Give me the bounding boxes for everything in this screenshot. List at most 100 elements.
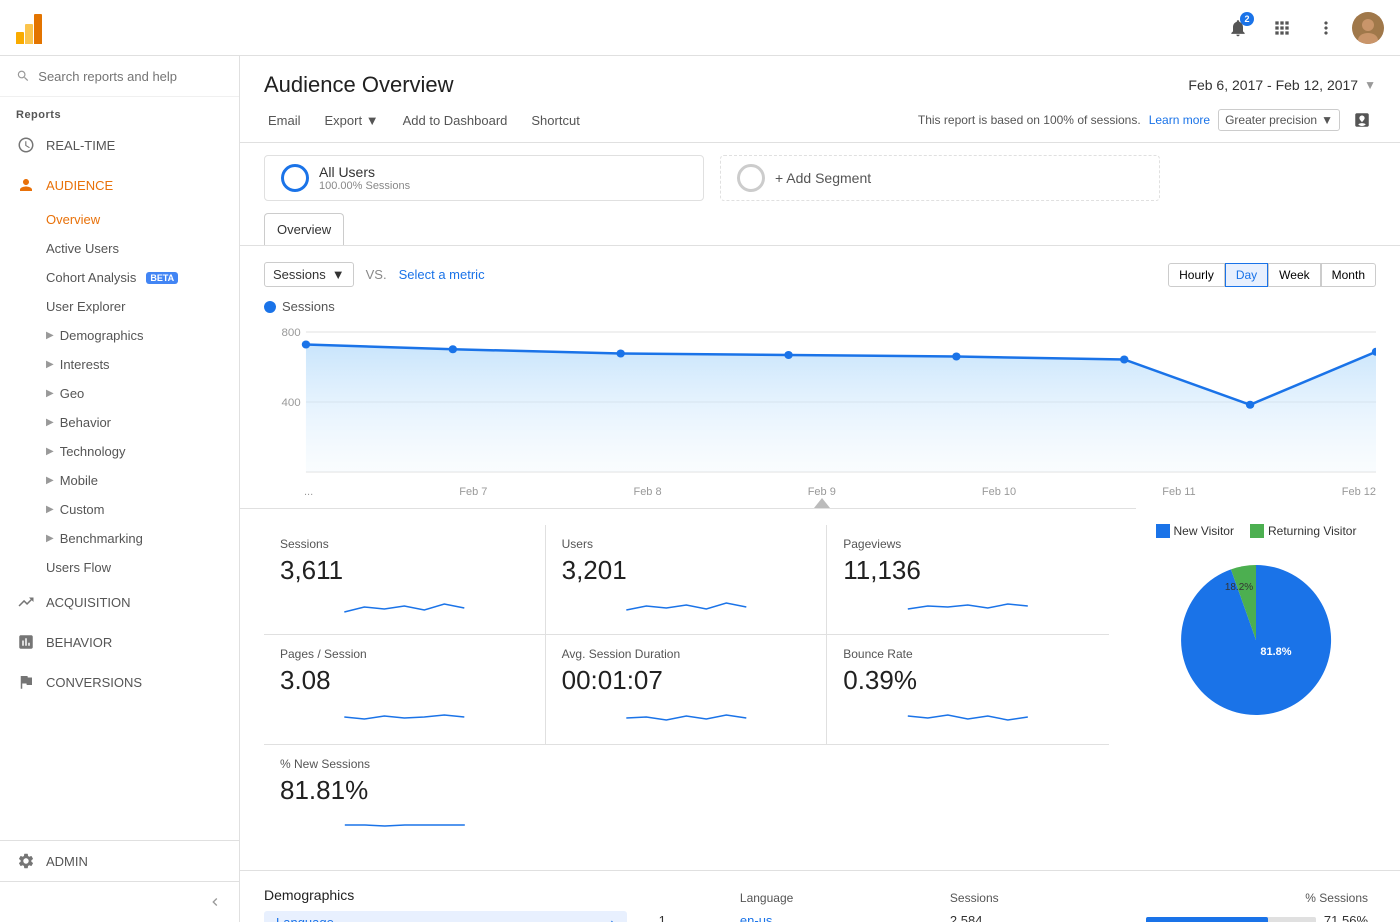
sidebar-subitem-interests[interactable]: ▶ Interests (0, 350, 239, 379)
chart-area: Sessions ▼ VS. Select a metric Hourly Da… (240, 246, 1400, 508)
svg-text:400: 400 (281, 397, 300, 409)
sidebar-subitem-users-flow[interactable]: Users Flow (0, 553, 239, 582)
demographics-section: Demographics Language › Country Language (240, 870, 1400, 922)
main-layout: Reports REAL-TIME AUDIENCE Overview Acti… (0, 56, 1400, 922)
sidebar-subitem-active-users[interactable]: Active Users (0, 234, 239, 263)
add-segment-circle (737, 164, 765, 192)
lang-en-us[interactable]: en-us (740, 913, 773, 922)
realtime-label: REAL-TIME (46, 138, 115, 153)
more-button[interactable] (1308, 10, 1344, 46)
sidebar-search-container (0, 56, 239, 97)
hourly-button[interactable]: Hourly (1168, 263, 1225, 287)
add-to-dashboard-button[interactable]: Add to Dashboard (399, 109, 512, 132)
new-visitor-label: New Visitor (1174, 524, 1234, 538)
flag-icon (16, 672, 36, 692)
demographics-title: Demographics (264, 887, 627, 903)
sidebar-subitem-overview[interactable]: Overview (0, 205, 239, 234)
avg-session-label: Avg. Session Duration (562, 647, 811, 661)
chart-legend: Sessions (264, 299, 1376, 314)
sidebar-subitem-user-explorer[interactable]: User Explorer (0, 292, 239, 321)
x-label-feb12: Feb 12 (1342, 486, 1376, 508)
metrics-section: Sessions 3,611 Users 3,201 Pageviews 11,… (240, 508, 1400, 870)
sessions-label: Sessions (280, 537, 529, 551)
export-dropdown-icon: ▼ (366, 113, 379, 128)
metric-new-sessions: % New Sessions 81.81% (264, 745, 546, 854)
search-input[interactable] (38, 69, 223, 84)
sidebar-item-conversions[interactable]: CONVERSIONS (0, 662, 239, 702)
all-users-circle (281, 164, 309, 192)
add-segment-pill[interactable]: + Add Segment (720, 155, 1160, 201)
sidebar-item-behavior[interactable]: BEHAVIOR (0, 622, 239, 662)
reports-section-label: Reports (0, 97, 239, 125)
x-label-feb9: Feb 9 (808, 486, 836, 508)
notification-button[interactable]: 2 (1220, 10, 1256, 46)
toolbar-left: Email Export ▼ Add to Dashboard Shortcut (264, 109, 584, 132)
new-visitor-color (1156, 524, 1170, 538)
export-button[interactable]: Export ▼ (321, 109, 383, 132)
demo-left-col: Demographics Language › Country (264, 887, 627, 922)
table-row: 1. en-us 2,584 71.56% (651, 909, 1376, 922)
overview-tab[interactable]: Overview (264, 213, 344, 245)
th-language (651, 887, 732, 909)
language-tab[interactable]: Language › (264, 911, 627, 922)
sidebar-subitem-cohort[interactable]: Cohort Analysis BETA (0, 263, 239, 292)
bounce-rate-value: 0.39% (843, 665, 1093, 696)
new-visitor-legend: New Visitor (1156, 524, 1234, 538)
sidebar-subitem-technology[interactable]: ▶ Technology (0, 437, 239, 466)
sidebar-collapse-button[interactable] (0, 881, 239, 922)
th-pct: % Sessions (1138, 887, 1376, 909)
metric-select[interactable]: Sessions ▼ (264, 262, 354, 287)
email-button[interactable]: Email (264, 109, 305, 132)
sidebar: Reports REAL-TIME AUDIENCE Overview Acti… (0, 56, 240, 922)
toolbar: Email Export ▼ Add to Dashboard Shortcut… (240, 98, 1400, 143)
returning-pct-label: 18.2% (1225, 582, 1253, 593)
audience-label: AUDIENCE (46, 178, 113, 193)
month-button[interactable]: Month (1321, 263, 1376, 287)
users-label: Users (562, 537, 811, 551)
sidebar-item-acquisition[interactable]: ACQUISITION (0, 582, 239, 622)
precision-select[interactable]: Greater precision ▼ (1218, 109, 1340, 131)
admin-label: ADMIN (46, 854, 88, 869)
sidebar-item-audience[interactable]: AUDIENCE (0, 165, 239, 205)
toolbar-right: This report is based on 100% of sessions… (918, 106, 1376, 134)
sidebar-subitem-geo[interactable]: ▶ Geo (0, 379, 239, 408)
all-users-sub: 100.00% Sessions (319, 180, 410, 192)
new-sessions-value: 81.81% (280, 775, 530, 806)
ga-logo (16, 12, 42, 44)
metrics-grid: Sessions 3,611 Users 3,201 Pageviews 11,… (240, 508, 1136, 870)
chevron-right-icon: ▶ (46, 504, 54, 515)
date-range-picker[interactable]: Feb 6, 2017 - Feb 12, 2017 ▼ (1188, 77, 1376, 93)
metric-sessions: Sessions 3,611 (264, 525, 546, 635)
sidebar-subitem-mobile[interactable]: ▶ Mobile (0, 466, 239, 495)
day-button[interactable]: Day (1225, 263, 1268, 287)
pages-session-label: Pages / Session (280, 647, 529, 661)
sidebar-item-admin[interactable]: ADMIN (0, 840, 239, 881)
user-avatar[interactable] (1352, 12, 1384, 44)
sidebar-subitem-demographics[interactable]: ▶ Demographics (0, 321, 239, 350)
returning-visitor-label: Returning Visitor (1268, 524, 1357, 538)
all-users-segment[interactable]: All Users 100.00% Sessions (264, 155, 704, 201)
apps-button[interactable] (1264, 10, 1300, 46)
learn-more-link[interactable]: Learn more (1149, 113, 1210, 127)
behavior-icon (16, 632, 36, 652)
metric-users: Users 3,201 (546, 525, 828, 635)
select-metric-link[interactable]: Select a metric (399, 267, 485, 282)
sessions-1: 2,584 (942, 909, 1138, 922)
chart-controls: Sessions ▼ VS. Select a metric Hourly Da… (264, 262, 1376, 287)
sidebar-subitem-custom[interactable]: ▶ Custom (0, 495, 239, 524)
th-language-name: Language (732, 887, 942, 909)
main-content: Audience Overview Feb 6, 2017 - Feb 12, … (240, 56, 1400, 922)
week-button[interactable]: Week (1268, 263, 1320, 287)
metrics-grid-left: Sessions 3,611 Users 3,201 Pageviews 11,… (240, 508, 1136, 870)
x-label-feb11: Feb 11 (1162, 486, 1195, 508)
conversions-label: CONVERSIONS (46, 675, 142, 690)
date-range-dropdown-icon: ▼ (1364, 78, 1376, 92)
shortcut-button[interactable]: Shortcut (527, 109, 583, 132)
sidebar-subitem-behavior[interactable]: ▶ Behavior (0, 408, 239, 437)
sidebar-item-realtime[interactable]: REAL-TIME (0, 125, 239, 165)
help-button[interactable] (1348, 106, 1376, 134)
new-pct-label: 81.8% (1260, 646, 1291, 658)
pie-chart-section: New Visitor Returning Visitor (1136, 508, 1376, 870)
sidebar-subitem-benchmarking[interactable]: ▶ Benchmarking (0, 524, 239, 553)
acquisition-label: ACQUISITION (46, 595, 131, 610)
